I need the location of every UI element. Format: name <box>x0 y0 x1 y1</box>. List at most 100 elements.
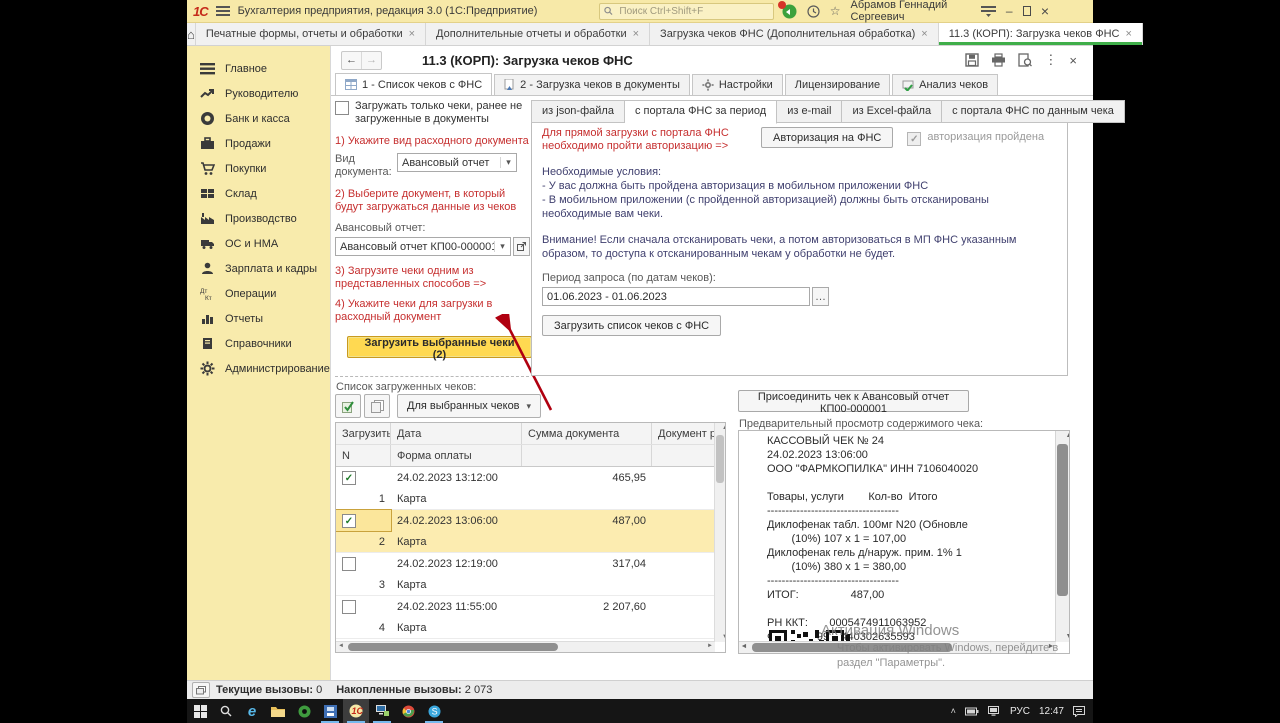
clock[interactable]: 12:47 <box>1039 706 1064 717</box>
row-checkbox[interactable]: ✓ <box>342 514 356 528</box>
service-menu-icon[interactable] <box>980 5 996 17</box>
start-button[interactable] <box>187 699 213 723</box>
uncheck-all-button[interactable] <box>364 394 390 418</box>
only-new-checkbox-row[interactable]: Загружать только чеки, ранее не загружен… <box>335 100 532 126</box>
col-header-date[interactable]: Дата <box>391 423 522 444</box>
only-new-checkbox[interactable] <box>335 101 349 115</box>
tab-fns-portal-by-receipt[interactable]: с портала ФНС по данным чека <box>942 100 1125 123</box>
scroll-up-icon[interactable]: ▲ <box>1063 431 1069 441</box>
tab-fns-processing[interactable]: Загрузка чеков ФНС (Дополнительная обраб… <box>650 23 939 45</box>
file-explorer-icon[interactable] <box>265 699 291 723</box>
search-input[interactable] <box>617 4 769 18</box>
scroll-left-icon[interactable]: ◄ <box>739 642 749 652</box>
scroll-right-icon[interactable]: ► <box>705 642 715 651</box>
sidebar-item-reports[interactable]: Отчеты <box>187 306 330 331</box>
print-icon[interactable] <box>991 53 1006 67</box>
sidebar-item-payroll[interactable]: Зарплата и кадры <box>187 256 330 281</box>
green-app-icon[interactable] <box>291 699 317 723</box>
tab-additional-reports[interactable]: Дополнительные отчеты и обработки × <box>426 23 651 45</box>
table-horizontal-scrollbar[interactable]: ◄ ► <box>336 641 715 652</box>
col-header-n[interactable]: N <box>336 445 391 466</box>
scroll-thumb[interactable] <box>716 435 724 483</box>
preview-icon[interactable] <box>1018 53 1033 67</box>
scroll-thumb[interactable] <box>752 643 952 652</box>
sidebar-item-bank-cash[interactable]: Банк и касса <box>187 106 330 131</box>
discussions-icon[interactable] <box>777 0 797 19</box>
row-checkbox[interactable]: ✓ <box>342 471 356 485</box>
internet-explorer-icon[interactable]: e <box>239 699 265 723</box>
sidebar-item-sales[interactable]: Продажи <box>187 131 330 156</box>
chevron-down-icon[interactable]: ▾ <box>500 157 516 168</box>
1c-enterprise-active-icon[interactable]: 1С <box>343 699 369 723</box>
period-input[interactable] <box>542 287 810 306</box>
sidebar-item-operations[interactable]: Дт Кт Операции <box>187 281 330 306</box>
scroll-up-icon[interactable]: ▲ <box>720 423 725 433</box>
save-icon[interactable] <box>965 53 980 67</box>
window-minimize-button[interactable]: – <box>1006 5 1013 17</box>
tab-receipt-list[interactable]: 1 - Список чеков с ФНС <box>335 73 493 95</box>
sidebar-item-main[interactable]: Главное <box>187 56 330 81</box>
col-header-amount[interactable]: Сумма документа <box>522 423 652 444</box>
language-indicator[interactable]: РУС <box>1010 706 1030 717</box>
global-search[interactable] <box>599 2 774 20</box>
row-checkbox[interactable] <box>342 557 356 571</box>
doc-type-select[interactable]: Авансовый отчет ▾ <box>397 153 517 172</box>
tab-fns-load-active[interactable]: 11.3 (КОРП): Загрузка чеков ФНС × <box>938 23 1143 45</box>
scroll-down-icon[interactable]: ▼ <box>1063 632 1069 642</box>
tray-expand-icon[interactable]: ˄ <box>951 706 956 716</box>
tab-close-icon[interactable]: × <box>409 28 415 40</box>
form-close-icon[interactable]: × <box>1069 53 1077 68</box>
scroll-left-icon[interactable]: ◄ <box>336 642 346 651</box>
tab-email[interactable]: из e-mail <box>777 100 843 123</box>
sidebar-item-warehouse[interactable]: Склад <box>187 181 330 206</box>
tab-receipt-analysis[interactable]: Анализ чеков <box>892 74 999 95</box>
open-document-button[interactable] <box>513 237 530 256</box>
sidebar-item-administration[interactable]: Администрирование <box>187 356 330 381</box>
table-row[interactable]: ✓ 24.02.2023 13:12:00 465,95 1 Карта <box>336 467 725 510</box>
calls-icon[interactable] <box>192 682 210 698</box>
history-icon[interactable] <box>807 4 820 18</box>
load-receipt-list-button[interactable]: Загрузить список чеков с ФНС <box>542 315 722 336</box>
sidebar-item-production[interactable]: Производство <box>187 206 330 231</box>
chevron-down-icon[interactable]: ▾ <box>494 241 510 252</box>
main-menu-icon[interactable] <box>215 6 230 16</box>
sidebar-item-fixed-assets[interactable]: ОС и НМА <box>187 231 330 256</box>
tab-settings[interactable]: Настройки <box>691 74 783 95</box>
tab-close-icon[interactable]: × <box>633 28 639 40</box>
action-center-icon[interactable] <box>1073 705 1085 717</box>
tab-close-icon[interactable]: × <box>921 28 927 40</box>
row-checkbox[interactable] <box>342 600 356 614</box>
fns-auth-button[interactable]: Авторизация на ФНС <box>761 127 894 148</box>
remote-desktop-icon[interactable] <box>369 699 395 723</box>
table-row[interactable]: 24.02.2023 11:55:00 2 207,60 4 Карта <box>336 596 725 639</box>
scroll-thumb[interactable] <box>348 643 558 651</box>
more-actions-icon[interactable]: ⋮ <box>1044 52 1057 68</box>
period-picker-button[interactable]: … <box>812 287 829 306</box>
col-header-payment[interactable]: Форма оплаты <box>391 445 522 466</box>
tab-close-icon[interactable]: × <box>1125 28 1131 40</box>
sidebar-item-manager[interactable]: Руководителю <box>187 81 330 106</box>
scroll-thumb[interactable] <box>1057 444 1068 596</box>
network-icon[interactable] <box>987 706 1001 716</box>
tab-printed-forms[interactable]: Печатные формы, отчеты и обработки × <box>196 23 427 45</box>
col-header-load[interactable]: Загрузить <box>336 423 391 444</box>
check-all-button[interactable] <box>335 394 361 418</box>
attach-receipt-button[interactable]: Присоединить чек к Авансовый отчет КП00-… <box>738 390 969 415</box>
table-row-selected[interactable]: ✓ 24.02.2023 13:06:00 487,00 2 Карта <box>336 509 725 553</box>
taskbar-search-icon[interactable] <box>213 699 239 723</box>
tab-excel-file[interactable]: из Excel-файла <box>842 100 943 123</box>
receipt-horizontal-scrollbar[interactable]: ◄ ► <box>739 641 1056 653</box>
scroll-down-icon[interactable]: ▼ <box>720 632 725 642</box>
tab-fns-portal-period[interactable]: с портала ФНС за период <box>624 100 778 124</box>
tab-json-file[interactable]: из json-файла <box>531 100 625 123</box>
sidebar-item-directories[interactable]: Справочники <box>187 331 330 356</box>
skype-icon[interactable]: S <box>421 699 447 723</box>
table-row[interactable]: 24.02.2023 12:19:00 317,04 3 Карта <box>336 553 725 596</box>
sidebar-item-purchases[interactable]: Покупки <box>187 156 330 181</box>
receipt-vertical-scrollbar[interactable]: ▲ ▼ <box>1055 431 1069 642</box>
report-select[interactable]: Авансовый отчет КП00-000001 от 0 ▾ <box>335 237 511 256</box>
1c-blue-app-icon[interactable] <box>317 699 343 723</box>
scroll-right-icon[interactable]: ► <box>1046 642 1056 652</box>
back-button[interactable]: ← <box>342 52 361 69</box>
window-close-button[interactable]: × <box>1041 4 1049 18</box>
